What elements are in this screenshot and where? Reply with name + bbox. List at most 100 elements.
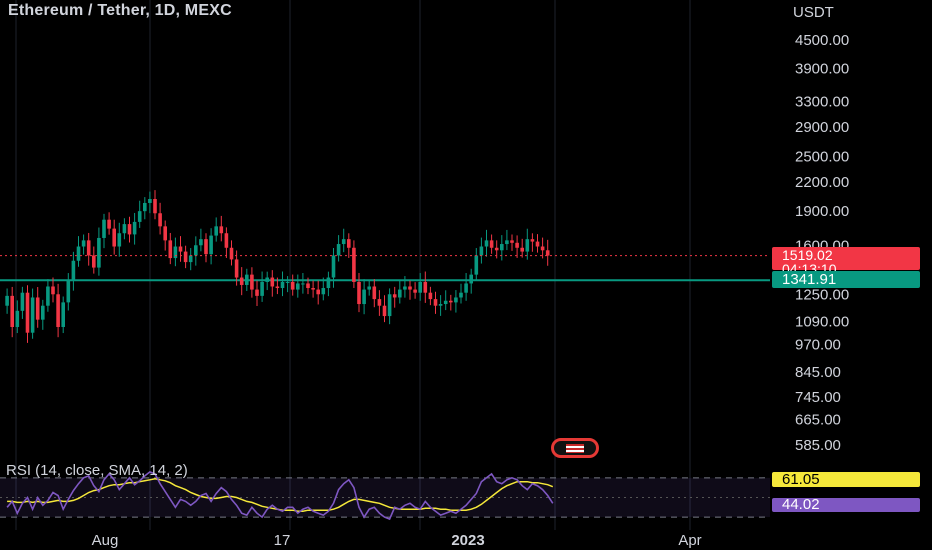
candle-body [336, 244, 341, 256]
x-tick-label: Apr [678, 532, 701, 549]
last-price-value: 1519.02 [782, 247, 833, 263]
candle-body [362, 289, 366, 305]
candle-body [81, 240, 86, 247]
us-flag-icon[interactable] [551, 438, 599, 458]
candle-body [86, 240, 91, 256]
candle-body [530, 239, 535, 242]
candle-body [127, 224, 132, 235]
candle-body [341, 239, 346, 245]
candle-body [30, 297, 35, 333]
candle-body [372, 286, 377, 300]
candle-body [535, 241, 540, 247]
candle-body [515, 242, 519, 248]
candle-body [51, 286, 55, 295]
candle-body [449, 300, 453, 303]
candle-body [484, 240, 489, 247]
candle-body [392, 294, 397, 298]
candle-body [143, 202, 147, 212]
y-tick-label: 845.00 [795, 364, 841, 381]
candle-body [209, 235, 213, 255]
candle-body [469, 274, 473, 284]
candle-body [255, 289, 259, 296]
candle-body [347, 239, 351, 248]
candle-body [183, 251, 188, 263]
candle-body [214, 226, 218, 236]
candle-body [352, 247, 356, 282]
candle-body [500, 244, 504, 251]
y-tick-label: 2900.00 [795, 119, 849, 136]
rsi-indicator-label[interactable]: RSI (14, close, SMA, 14, 2) [6, 462, 188, 479]
candle-body [41, 305, 45, 320]
candle-body [275, 286, 280, 289]
candle-body [265, 277, 269, 282]
candle-body [204, 239, 208, 255]
candle-body [173, 246, 178, 259]
candle-body [245, 274, 249, 285]
candle-body [479, 246, 484, 256]
candle-body [250, 274, 254, 290]
y-tick-label: 2200.00 [795, 174, 849, 191]
candle-body [301, 283, 305, 285]
candle-body [56, 294, 60, 328]
candle-body [15, 310, 20, 328]
candle-body [387, 294, 392, 317]
y-tick-label: 4500.00 [795, 32, 849, 49]
candle-body [382, 305, 387, 317]
x-tick-label: 2023 [451, 532, 484, 549]
x-axis-ticks: Aug 17 2023 Apr [92, 532, 702, 549]
candle-body [239, 277, 244, 285]
candle-body [520, 247, 524, 252]
candle-body [158, 213, 162, 227]
x-tick-label: Aug [92, 532, 119, 549]
candle-body [423, 281, 428, 293]
candle-body [260, 281, 264, 296]
candle-body [474, 255, 479, 275]
candle-body [199, 239, 203, 246]
candle-body [505, 240, 509, 245]
y-tick-label: 585.00 [795, 437, 841, 454]
x-tick-label: 17 [274, 532, 291, 549]
y-tick-label: 3900.00 [795, 60, 849, 77]
candle-body [71, 260, 76, 281]
candle-body [438, 304, 443, 306]
rsi-ma-badge: 61.05 [772, 472, 920, 487]
candle-body [418, 281, 422, 293]
candle-body [148, 199, 152, 203]
candle-body [61, 302, 65, 328]
y-tick-label: 970.00 [795, 337, 841, 354]
candle-body [454, 297, 458, 303]
candle-body [489, 240, 494, 248]
candle-body [331, 255, 336, 278]
candle-body [35, 297, 40, 320]
candle-body [270, 277, 275, 287]
candle-body [188, 255, 193, 263]
candle-body [316, 289, 320, 295]
y-tick-label: 1900.00 [795, 203, 849, 220]
candle-body [306, 283, 310, 289]
y-tick-label: 3300.00 [795, 94, 849, 111]
candle-body [326, 277, 331, 289]
candle-body [433, 299, 438, 306]
candle-body [107, 219, 111, 229]
candle-body [229, 247, 234, 260]
candle-body [403, 286, 407, 290]
y-tick-label: 745.00 [795, 389, 841, 406]
candle-body [459, 292, 463, 298]
candle-body [178, 246, 183, 252]
candle-body [10, 295, 14, 328]
candle-body [290, 281, 295, 290]
candle-body [97, 237, 101, 268]
chart-title: Ethereum / Tether, 1D, MEXC [8, 2, 232, 19]
candle-body [413, 289, 417, 293]
candle-body [76, 246, 81, 261]
y-axis-ticks: 585.00 665.00 745.00 845.00 970.00 1090.00 125… [795, 32, 849, 454]
candle-body [428, 292, 433, 300]
candle-body [398, 289, 402, 298]
candle-body [321, 288, 326, 295]
y-tick-label: 665.00 [795, 412, 841, 429]
candle-body [122, 224, 127, 234]
y-tick-label: 1090.00 [795, 313, 849, 330]
candle-body [357, 281, 361, 305]
y-tick-label: 2500.00 [795, 149, 849, 166]
candle-body [367, 286, 371, 290]
